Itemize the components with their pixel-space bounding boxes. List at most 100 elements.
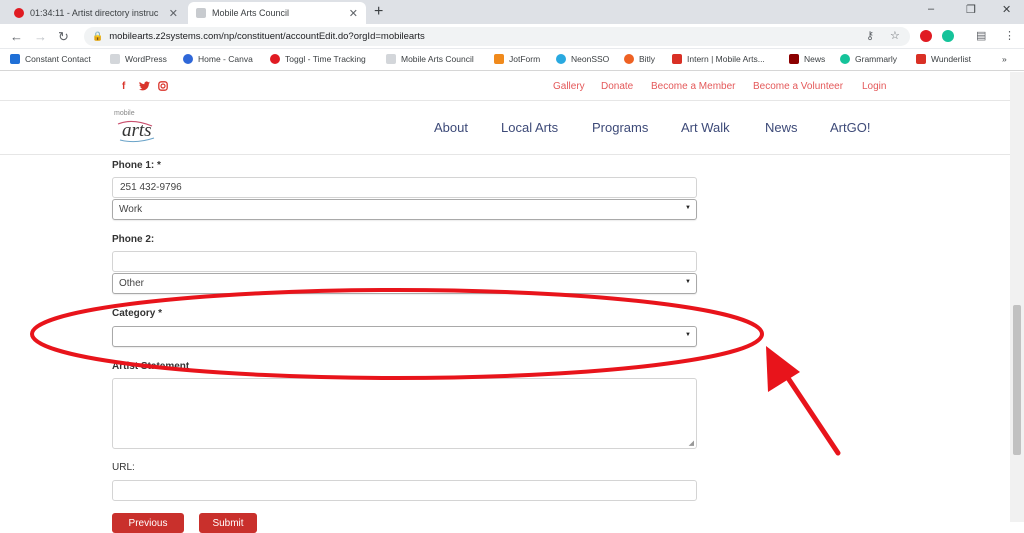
url-label: URL: — [112, 462, 135, 473]
close-icon[interactable]: ✕ — [169, 7, 178, 20]
artist-statement-textarea[interactable]: ◢ — [112, 378, 697, 449]
phone1-value: 251 432-9796 — [120, 182, 182, 193]
annotation-arrow-head — [766, 346, 800, 392]
nav-art-walk[interactable]: Art Walk — [681, 120, 730, 135]
annotation-arrow-shaft — [773, 357, 841, 456]
star-icon[interactable]: ☆ — [890, 29, 900, 42]
category-select[interactable]: ▼ — [112, 326, 697, 347]
chevron-down-icon: ▼ — [685, 332, 691, 338]
scrollbar-thumb[interactable] — [1013, 305, 1021, 455]
bookmark-neonsso[interactable]: NeonSSO — [556, 54, 609, 64]
url-input[interactable] — [112, 480, 697, 501]
grammarly-extension-icon[interactable] — [942, 30, 954, 42]
nav-programs[interactable]: Programs — [592, 120, 648, 135]
bookmark-news[interactable]: News — [789, 54, 825, 64]
phone1-input[interactable]: 251 432-9796 — [112, 177, 697, 198]
wunderlist-icon — [916, 54, 926, 64]
toggl-extension-icon[interactable] — [920, 30, 932, 42]
svg-text:mobile: mobile — [114, 110, 135, 117]
instagram-icon[interactable] — [158, 81, 168, 94]
site-logo[interactable]: mobile arts — [112, 104, 160, 146]
constant-contact-icon — [10, 54, 20, 64]
bookmark-wunderlist[interactable]: Wunderlist — [916, 54, 971, 64]
twitter-icon[interactable] — [139, 81, 150, 93]
window-close-button[interactable]: ✕ — [1002, 3, 1011, 16]
gallery-link[interactable]: Gallery — [553, 81, 585, 92]
minimize-button[interactable]: – — [928, 3, 934, 15]
bookmark-label: Bitly — [639, 54, 656, 64]
bookmark-label: NeonSSO — [571, 54, 610, 64]
nav-about[interactable]: About — [434, 120, 468, 135]
bookmark-grammarly[interactable]: Grammarly — [840, 54, 897, 64]
become-volunteer-link[interactable]: Become a Volunteer — [753, 81, 843, 92]
bookmark-canva[interactable]: Home - Canva — [183, 54, 253, 64]
bookmark-label: WordPress — [125, 54, 167, 64]
bookmark-toggl[interactable]: Toggl - Time Tracking — [270, 54, 366, 64]
facebook-icon[interactable]: f — [122, 81, 125, 92]
bookmark-label: JotForm — [509, 54, 541, 64]
tab-title: Mobile Arts Council — [212, 8, 290, 18]
phone2-type-value: Other — [119, 278, 145, 289]
resize-grip-icon[interactable]: ◢ — [689, 439, 694, 447]
nav-local-arts[interactable]: Local Arts — [501, 120, 558, 135]
neon-icon — [556, 54, 566, 64]
address-bar[interactable]: 🔒 mobilearts.z2systems.com/np/constituen… — [84, 27, 910, 46]
menu-kebab-icon[interactable]: ⋮ — [1004, 29, 1015, 42]
bookmark-label: Constant Contact — [25, 54, 91, 64]
forward-arrow-icon[interactable]: → — [34, 29, 47, 44]
intern-icon — [672, 54, 682, 64]
tab-strip: 01:34:11 - Artist directory instruc ✕ Mo… — [0, 0, 1024, 24]
tab-toggl[interactable]: 01:34:11 - Artist directory instruc ✕ — [6, 2, 186, 24]
news-icon — [789, 54, 799, 64]
previous-button[interactable]: Previous — [112, 513, 184, 533]
bookmark-label: News — [804, 54, 826, 64]
key-icon[interactable]: ⚷ — [866, 29, 874, 42]
browser-toolbar: ← → ↻ 🔒 mobilearts.z2systems.com/np/cons… — [0, 24, 1024, 49]
donate-link[interactable]: Donate — [601, 81, 633, 92]
reload-icon[interactable]: ↻ — [58, 29, 69, 45]
nav-news[interactable]: News — [765, 120, 798, 135]
logo-text: arts — [122, 120, 152, 141]
url-text: mobilearts.z2systems.com/np/constituent/… — [109, 31, 425, 42]
bookmarks-bar: Constant Contact WordPress Home - Canva … — [0, 49, 1024, 71]
submit-button[interactable]: Submit — [199, 513, 257, 533]
bookmark-label: Wunderlist — [931, 54, 971, 64]
tab-mobile-arts-council[interactable]: Mobile Arts Council ✕ — [188, 2, 366, 24]
tab-title: 01:34:11 - Artist directory instruc — [30, 8, 159, 18]
phone1-label: Phone 1: * — [112, 160, 161, 171]
bookmarks-overflow-icon[interactable]: » — [1002, 54, 1007, 64]
bookmark-intern[interactable]: Intern | Mobile Arts... — [672, 54, 765, 64]
jotform-icon — [494, 54, 504, 64]
content-divider — [0, 154, 1010, 155]
phone2-type-select[interactable]: Other ▼ — [112, 273, 697, 294]
chevron-down-icon: ▼ — [685, 279, 691, 285]
phone2-label: Phone 2: — [112, 234, 155, 245]
bookmark-mobile-arts-council[interactable]: Mobile Arts Council — [386, 54, 474, 64]
grammarly-icon — [840, 54, 850, 64]
bookmark-wordpress[interactable]: WordPress — [110, 54, 167, 64]
close-icon[interactable]: ✕ — [349, 7, 358, 20]
become-member-link[interactable]: Become a Member — [651, 81, 735, 92]
bookmark-label: Home - Canva — [198, 54, 253, 64]
bookmark-label: Grammarly — [855, 54, 898, 64]
bookmark-page-icon — [386, 54, 396, 64]
toggl-icon — [270, 54, 280, 64]
bookmark-constant-contact[interactable]: Constant Contact — [10, 54, 91, 64]
restore-button[interactable]: ❐ — [966, 3, 976, 16]
header-divider — [0, 100, 1010, 101]
extension-page-icon[interactable]: ▤ — [976, 29, 986, 42]
new-tab-button[interactable]: + — [374, 3, 383, 21]
bookmark-bitly[interactable]: Bitly — [624, 54, 655, 64]
bookmark-label: Intern | Mobile Arts... — [687, 54, 765, 64]
bookmark-jotform[interactable]: JotForm — [494, 54, 540, 64]
nav-artgo[interactable]: ArtGO! — [830, 120, 870, 135]
phone1-type-select[interactable]: Work ▼ — [112, 199, 697, 220]
login-link[interactable]: Login — [862, 81, 886, 92]
phone2-input[interactable] — [112, 251, 697, 272]
site-favicon — [196, 8, 206, 18]
chevron-down-icon: ▼ — [685, 205, 691, 211]
phone1-type-value: Work — [119, 204, 143, 215]
lock-icon: 🔒 — [92, 31, 104, 41]
back-arrow-icon[interactable]: ← — [10, 29, 23, 44]
bookmark-page-icon — [110, 54, 120, 64]
